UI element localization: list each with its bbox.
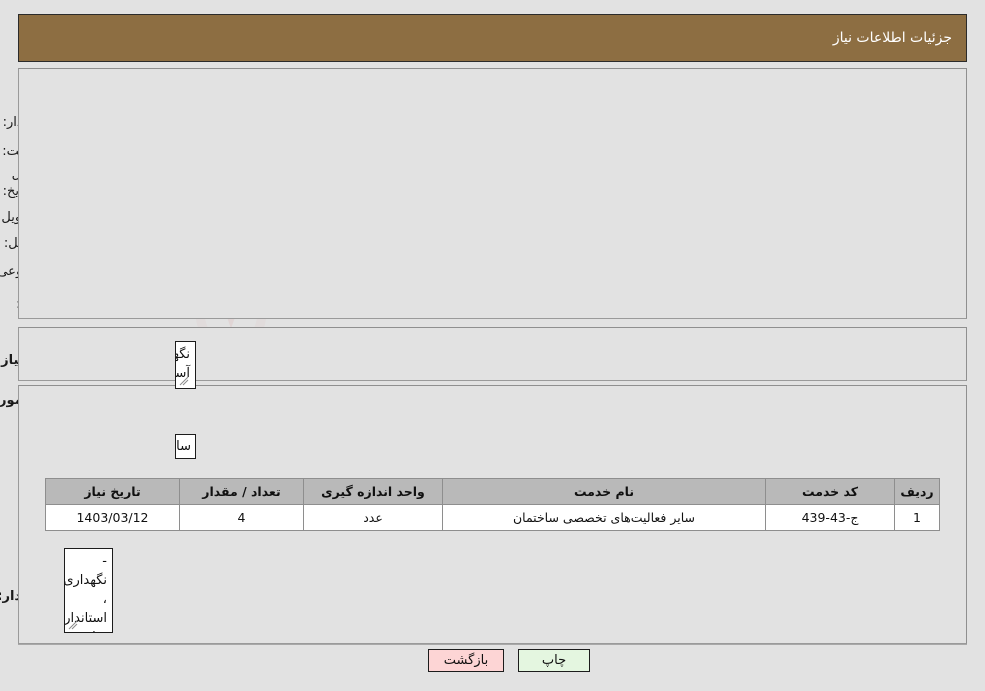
th-row-no: ردیف	[894, 478, 940, 505]
page-root: AriaTender.net جزئیات اطلاعات نیاز شماره…	[0, 0, 985, 691]
th-need-date: تاریخ نیاز	[45, 478, 180, 505]
table-header-row: ردیف کد خدمت نام خدمت واحد اندازه گیری ت…	[45, 478, 940, 505]
back-button[interactable]: بازگشت	[428, 649, 504, 672]
page-title: جزئیات اطلاعات نیاز	[832, 30, 952, 46]
summary-value: نگهداری آسانسور	[175, 347, 190, 381]
services-table: ردیف کد خدمت نام خدمت واحد اندازه گیری ت…	[45, 478, 940, 531]
buyer-notes-textarea[interactable]: - نگهداری ، استاندارد سازی همراه با بیمه…	[64, 548, 113, 633]
page-header-bar: جزئیات اطلاعات نیاز	[18, 14, 967, 62]
td-need-date: 1403/03/12	[45, 504, 180, 531]
summary-textarea[interactable]: نگهداری آسانسور	[175, 341, 196, 389]
th-quantity: تعداد / مقدار	[179, 478, 304, 505]
td-service-name: سایر فعالیت‌های تخصصی ساختمان	[442, 504, 766, 531]
buyer-notes-value: - نگهداری ، استاندارد سازی همراه با بیمه…	[64, 554, 107, 632]
td-service-code: ج-43-439	[765, 504, 895, 531]
footer-separator	[18, 644, 967, 645]
print-button[interactable]: چاپ	[518, 649, 590, 672]
need-info-panel	[18, 68, 967, 319]
table-row: 1 ج-43-439 سایر فعالیت‌های تخصصی ساختمان…	[45, 504, 940, 531]
summary-panel	[18, 327, 967, 381]
th-unit: واحد اندازه گیری	[303, 478, 443, 505]
th-service-code: کد خدمت	[765, 478, 895, 505]
td-quantity: 4	[179, 504, 304, 531]
td-unit: عدد	[303, 504, 443, 531]
service-group-value[interactable]: ساختمان	[175, 434, 196, 459]
td-row-no: 1	[894, 504, 940, 531]
th-service-name: نام خدمت	[442, 478, 766, 505]
